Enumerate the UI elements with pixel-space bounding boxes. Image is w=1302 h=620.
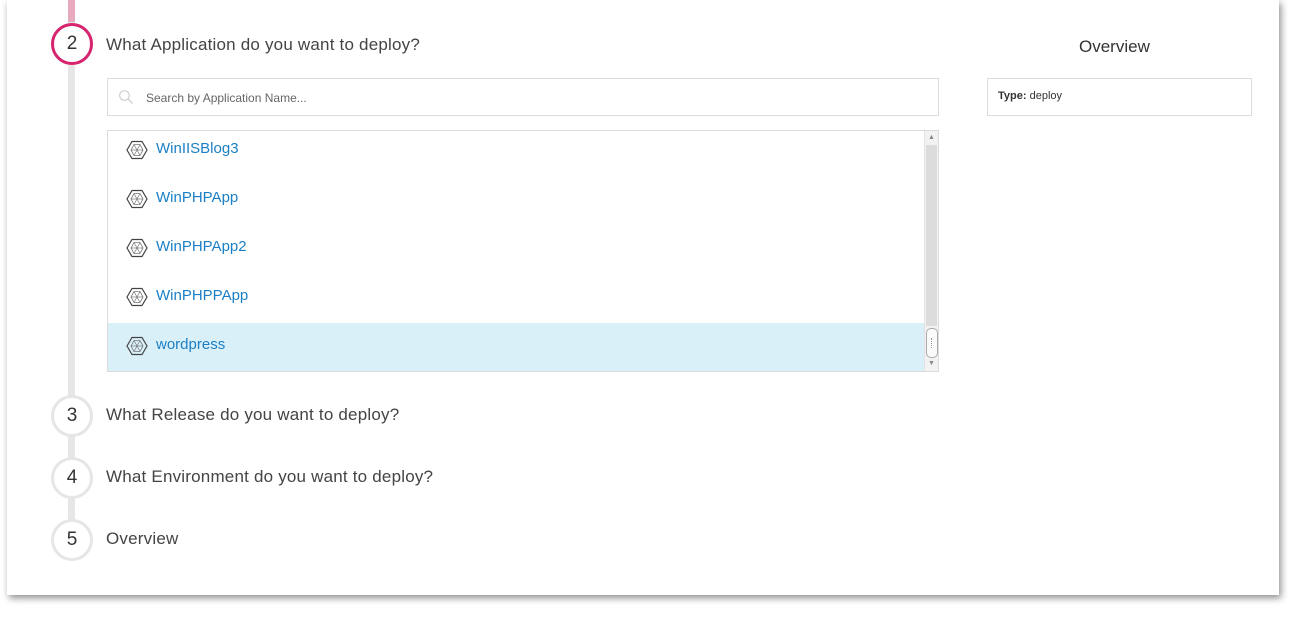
step-2-circle[interactable]: 2 [51,23,93,65]
application-list-item[interactable]: WinPHPApp2 [108,225,924,274]
search-icon [119,90,133,104]
step-4-circle[interactable]: 4 [51,457,93,499]
deploy-wizard-card: 2 What Application do you want to deploy… [7,0,1279,595]
overview-title: Overview [1079,37,1150,56]
scroll-down-arrow-icon[interactable]: ▼ [926,358,937,370]
application-list-item[interactable]: WinIISBlog3 [108,131,924,176]
application-hexagon-icon [126,336,148,356]
grip-icon [931,338,934,348]
scroll-thumb[interactable] [926,328,938,358]
application-name[interactable]: WinPHPApp2 [156,238,247,255]
application-hexagon-icon [126,189,148,209]
application-hexagon-icon [126,140,148,160]
application-list-item-selected[interactable]: wordpress [108,323,924,371]
list-scrollbar[interactable]: ▲ ▼ [924,131,938,371]
overview-summary-box: Type: deploy [987,78,1252,116]
application-list[interactable]: WinIISBlog3 WinPHPApp WinPHPApp2 WinPHPP… [107,130,939,372]
scroll-track[interactable] [926,145,937,326]
step-2-title[interactable]: What Application do you want to deploy? [106,35,420,55]
overview-type-label: Type: [998,90,1027,102]
application-hexagon-icon [126,287,148,307]
timeline-line-completed [68,0,75,22]
application-name[interactable]: wordpress [156,336,225,353]
step-4-title[interactable]: What Environment do you want to deploy? [106,467,433,487]
overview-type-line: Type: deploy [998,90,1062,102]
application-name[interactable]: WinIISBlog3 [156,140,239,157]
step-3-title[interactable]: What Release do you want to deploy? [106,405,399,425]
step-5-title[interactable]: Overview [106,529,178,549]
application-search-box[interactable] [107,78,939,116]
step-5-circle[interactable]: 5 [51,519,93,561]
application-name[interactable]: WinPHPPApp [156,287,248,304]
step-3-circle[interactable]: 3 [51,395,93,437]
application-list-item[interactable]: WinPHPApp [108,176,924,225]
application-hexagon-icon [126,238,148,258]
application-list-item[interactable]: WinPHPPApp [108,274,924,323]
scroll-up-arrow-icon[interactable]: ▲ [926,132,937,144]
search-input[interactable] [144,85,928,111]
application-name[interactable]: WinPHPApp [156,189,238,206]
overview-type-value: deploy [1029,90,1063,102]
